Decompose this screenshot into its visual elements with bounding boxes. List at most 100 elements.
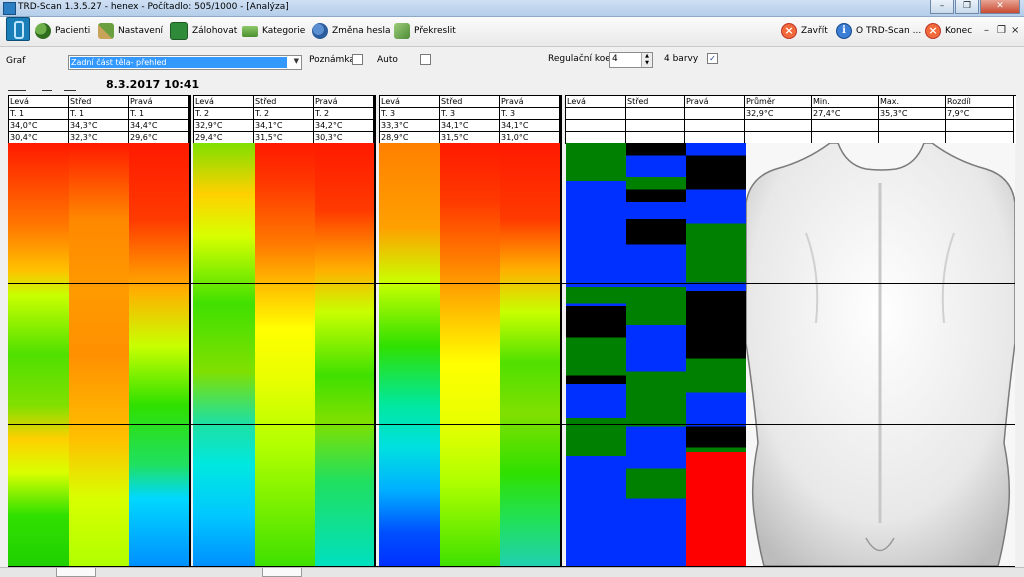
- temperature-value: 34,1°C: [500, 120, 560, 132]
- regulation-value: 4: [612, 54, 618, 64]
- minimize-icon[interactable]: –: [930, 0, 954, 14]
- temperature-value: 33,3°C: [380, 120, 440, 132]
- region-divider-line: [8, 283, 1015, 284]
- empty-cell: [566, 120, 626, 132]
- close-window-icon[interactable]: ✕: [980, 0, 1020, 14]
- patients-button[interactable]: Pacienti: [35, 21, 90, 41]
- temperature-value: 34,1°C: [254, 120, 314, 132]
- thermal-strip-right-1: [129, 143, 189, 566]
- stat-header-max: Max.: [879, 96, 946, 108]
- temperature-value: 34,1°C: [440, 120, 500, 132]
- empty-cell: [946, 120, 1014, 132]
- four-colors-checkbox[interactable]: ✓: [707, 53, 718, 64]
- temperature-value: 34,2°C: [314, 120, 374, 132]
- group-3-header: Levá Střed Pravá T. 3 T. 3 T. 3 33,3°C 3…: [379, 95, 561, 144]
- about-button[interactable]: i O TRD-Scan ...: [836, 21, 921, 41]
- stat-difference: 7,9°C: [946, 108, 1014, 120]
- group-1-header: Levá Střed Pravá T. 1 T. 1 T. 1 34,0°C 3…: [8, 95, 190, 144]
- thermal-strip-left-1: [8, 143, 69, 566]
- four-color-strip-center: [626, 143, 686, 566]
- divider: [42, 90, 52, 91]
- empty-cell: [879, 120, 946, 132]
- zone-label: T. 3: [500, 108, 560, 120]
- group-separator: [560, 95, 562, 567]
- empty-cell: [745, 120, 812, 132]
- change-password-button[interactable]: Změna hesla: [312, 21, 391, 41]
- settings-label: Nastavení: [118, 26, 164, 36]
- settings-button[interactable]: Nastavení: [98, 21, 163, 41]
- close-label: Zavřít: [801, 26, 828, 36]
- backup-label: Zálohovat: [192, 26, 238, 36]
- users-icon: [35, 23, 51, 39]
- redraw-label: Překreslit: [414, 26, 456, 36]
- stat-average: 32,9°C: [745, 108, 812, 120]
- auto-label: Auto: [377, 55, 398, 65]
- column-header: Levá: [566, 96, 626, 108]
- redraw-button[interactable]: Překreslit: [394, 21, 456, 41]
- column-header: Levá: [194, 96, 254, 108]
- graph-select-value: Zadní část těla- přehled: [70, 57, 287, 68]
- group-separator: [189, 95, 191, 567]
- column-header: Střed: [440, 96, 500, 108]
- user-key-icon: [312, 23, 328, 39]
- thermal-strip-left-3: [379, 143, 440, 566]
- mdi-restore-icon[interactable]: ❐: [997, 25, 1006, 36]
- close-icon: ×: [781, 23, 797, 39]
- mdi-close-icon[interactable]: ×: [1011, 25, 1019, 36]
- temperature-value: 34,4°C: [129, 120, 189, 132]
- empty-cell: [626, 120, 685, 132]
- column-header: Pravá: [685, 96, 745, 108]
- chevron-down-icon[interactable]: ▼: [294, 57, 299, 65]
- divider: [64, 90, 76, 91]
- stat-header-average: Průměr: [745, 96, 812, 108]
- group-separator: [374, 95, 376, 567]
- title-bar: TRD-Scan 1.3.5.27 - henex - Počítadlo: 5…: [0, 0, 1024, 17]
- info-icon: i: [836, 23, 852, 39]
- four-color-strip-left: [566, 143, 626, 566]
- note-checkbox[interactable]: [352, 54, 363, 65]
- column-header: Střed: [254, 96, 314, 108]
- back-body-thermogram: [746, 143, 1015, 566]
- stat-header-min: Min.: [812, 96, 879, 108]
- categories-button[interactable]: Kategorie: [242, 21, 305, 41]
- region-divider-line: [8, 424, 1015, 425]
- regulation-stepper[interactable]: 4 ▲ ▼: [609, 52, 653, 68]
- thermal-strip-center-1: [69, 143, 129, 566]
- empty-cell: [685, 108, 745, 120]
- zone-label: T. 2: [314, 108, 374, 120]
- body-silhouette: [746, 143, 1015, 566]
- mdi-minimize-icon[interactable]: –: [984, 25, 989, 36]
- empty-cell: [566, 108, 626, 120]
- four-color-strip-right: [686, 143, 746, 566]
- stepper-arrows-icon[interactable]: ▲ ▼: [641, 53, 652, 67]
- folder-icon: [242, 25, 258, 37]
- column-header: Střed: [69, 96, 129, 108]
- toolbar: Pacienti Nastavení Zálohovat Kategorie Z…: [0, 17, 1024, 47]
- zone-label: T. 1: [69, 108, 129, 120]
- redraw-icon: [394, 23, 410, 39]
- backup-button[interactable]: Zálohovat: [170, 21, 237, 41]
- stat-header-difference: Rozdíl: [946, 96, 1014, 108]
- close-button[interactable]: × Zavřít: [781, 21, 828, 41]
- thermal-strip-left-2: [193, 143, 255, 566]
- auto-checkbox[interactable]: [420, 54, 431, 65]
- exit-label: Konec: [945, 26, 973, 36]
- restore-icon[interactable]: ❐: [955, 0, 979, 14]
- graph-label: Graf: [6, 56, 26, 66]
- logo-button[interactable]: [6, 17, 30, 41]
- zone-label: T. 2: [194, 108, 254, 120]
- graph-select[interactable]: Zadní část těla- přehled ▼: [68, 55, 302, 70]
- exit-button[interactable]: × Konec: [925, 21, 972, 41]
- zone-label: T. 1: [129, 108, 189, 120]
- empty-cell: [812, 120, 879, 132]
- column-header: Střed: [626, 96, 685, 108]
- four-colors-label: 4 barvy: [664, 54, 699, 64]
- thermal-strip-center-2: [255, 143, 315, 566]
- stat-min: 27,4°C: [812, 108, 879, 120]
- tools-icon: [98, 23, 114, 39]
- window-title: TRD-Scan 1.3.5.27 - henex - Počítadlo: 5…: [18, 2, 289, 12]
- thermal-strip-right-2: [315, 143, 375, 566]
- zone-label: T. 3: [380, 108, 440, 120]
- divider: [8, 90, 26, 91]
- thermal-strip-right-3: [500, 143, 560, 566]
